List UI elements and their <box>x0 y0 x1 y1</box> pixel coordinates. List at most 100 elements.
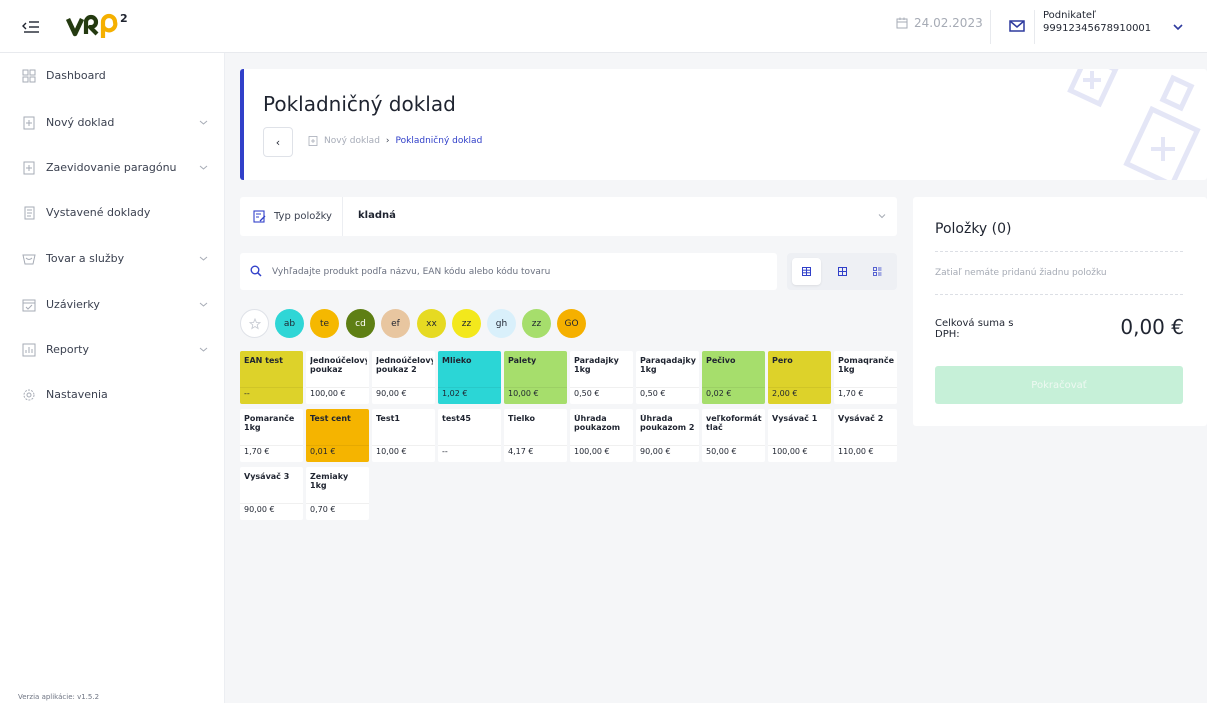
tag-filter[interactable]: ef <box>381 309 410 338</box>
sidebar-item-zaevidovanie-paragonu[interactable]: Zaevidovanie paragónu <box>0 153 225 183</box>
items-count-title: Položky (0) <box>935 221 1012 237</box>
product-name: Pomaranče 1kg <box>244 414 295 432</box>
sidebar-item-label: Vystavené doklady <box>46 206 151 219</box>
search-input[interactable] <box>272 253 767 290</box>
tag-filter[interactable]: GO <box>557 309 586 338</box>
sidebar-item-label: Tovar a služby <box>46 252 125 265</box>
product-tile[interactable]: Pečivo 0,02 € <box>702 351 765 404</box>
current-date: 24.02.2023 <box>914 16 983 30</box>
view-large-grid-button[interactable] <box>792 258 821 285</box>
document-plus-icon <box>23 116 35 130</box>
divider <box>240 445 303 446</box>
sidebar-item-vystavene-doklady[interactable]: Vystavené doklady <box>0 198 225 228</box>
product-price: 1,70 € <box>244 447 270 456</box>
continue-button[interactable]: Pokračovať <box>935 366 1183 404</box>
product-tile[interactable]: Test cent 0,01 € <box>306 409 369 462</box>
search-icon <box>250 265 262 277</box>
sidebar-item-uzavierky[interactable]: Uzávierky <box>0 290 225 320</box>
product-price: 100,00 € <box>772 447 808 456</box>
sidebar-item-reporty[interactable]: Reporty <box>0 335 225 365</box>
breadcrumb-link-novy-doklad[interactable]: Nový doklad <box>324 136 380 146</box>
product-name: Tielko <box>508 414 535 423</box>
back-button[interactable]: ‹ <box>263 127 293 157</box>
breadcrumb-separator: › <box>385 136 390 146</box>
tag-filter[interactable]: zz <box>522 309 551 338</box>
vrp-logo[interactable]: 2 <box>66 10 136 42</box>
calendar-icon <box>22 299 36 312</box>
chevron-down-icon <box>199 256 208 261</box>
divider <box>438 445 501 446</box>
product-tile[interactable]: Vysávač 2 110,00 € <box>834 409 897 462</box>
user-menu[interactable]: Podnikateľ 99912345678910001 <box>1043 9 1151 35</box>
product-tile[interactable]: Úhrada poukazom 100,00 € <box>570 409 633 462</box>
collapse-sidebar-icon[interactable] <box>22 18 40 36</box>
breadcrumb: Nový doklad › Pokladničný doklad <box>308 136 482 146</box>
product-name: Pečivo <box>706 356 736 365</box>
product-tile[interactable]: Jednoúčelový poukaz 2 90,00 € <box>372 351 435 404</box>
sidebar-item-novy-doklad[interactable]: Nový doklad <box>0 108 225 138</box>
sidebar-item-tovar-a-sluzby[interactable]: Tovar a služby <box>0 244 225 274</box>
product-price: -- <box>244 389 250 398</box>
tag-filter[interactable]: cd <box>346 309 375 338</box>
product-tile[interactable]: Paradajky 1kg 0,50 € <box>570 351 633 404</box>
chevron-down-icon <box>199 347 208 352</box>
product-name: Paraqadajky 1kg <box>640 356 696 374</box>
sidebar-item-nastavenia[interactable]: Nastavenia <box>0 380 225 410</box>
product-tile[interactable]: test45 -- <box>438 409 501 462</box>
product-tile[interactable]: Paraqadajky 1kg 0,50 € <box>636 351 699 404</box>
sidebar-item-label: Dashboard <box>46 69 106 82</box>
divider <box>935 294 1183 295</box>
product-tile[interactable]: Pomaqranče 1kg 1,70 € <box>834 351 897 404</box>
product-tile[interactable]: Pomaranče 1kg 1,70 € <box>240 409 303 462</box>
tag-filter[interactable]: zz <box>452 309 481 338</box>
divider <box>768 387 831 388</box>
divider <box>372 445 435 446</box>
chevron-down-icon <box>878 214 886 219</box>
product-tile[interactable]: Jednoúčelový poukaz 100,00 € <box>306 351 369 404</box>
product-tile[interactable]: Úhrada poukazom 2 90,00 € <box>636 409 699 462</box>
gear-icon <box>23 389 35 401</box>
view-small-grid-button[interactable] <box>828 258 857 285</box>
product-tile[interactable]: Test1 10,00 € <box>372 409 435 462</box>
product-tile[interactable]: Zemiaky 1kg 0,70 € <box>306 467 369 520</box>
chevron-down-icon <box>199 165 208 170</box>
product-price: 10,00 € <box>376 447 407 456</box>
divider <box>306 503 369 504</box>
tag-filter[interactable]: xx <box>417 309 446 338</box>
product-name: Pomaqranče 1kg <box>838 356 895 374</box>
divider <box>306 387 369 388</box>
product-name: Test1 <box>376 414 400 423</box>
product-price: 110,00 € <box>838 447 874 456</box>
sidebar-item-label: Nový doklad <box>46 116 115 129</box>
product-tile[interactable]: Tielko 4,17 € <box>504 409 567 462</box>
product-name: Úhrada poukazom 2 <box>640 414 695 432</box>
favorites-filter[interactable] <box>240 309 269 338</box>
chevron-down-icon[interactable] <box>1172 22 1184 32</box>
tag-filter[interactable]: te <box>310 309 339 338</box>
divider <box>935 251 1183 252</box>
product-name: veľkoformát tlač <box>706 414 762 432</box>
product-price: 1,70 € <box>838 389 864 398</box>
document-plus-icon <box>23 161 35 175</box>
product-price: 90,00 € <box>640 447 671 456</box>
product-tile[interactable]: Vysávač 3 90,00 € <box>240 467 303 520</box>
sidebar-item-label: Reporty <box>46 343 89 356</box>
chevron-down-icon <box>199 302 208 307</box>
product-tile[interactable]: Vysávač 1 100,00 € <box>768 409 831 462</box>
product-tile[interactable]: EAN test -- <box>240 351 303 404</box>
sidebar-item-dashboard[interactable]: Dashboard <box>0 61 225 91</box>
view-list-button[interactable] <box>863 258 892 285</box>
product-tile[interactable]: veľkoformát tlač 50,00 € <box>702 409 765 462</box>
product-tile[interactable]: Mlieko 1,02 € <box>438 351 501 404</box>
tag-filter[interactable]: gh <box>487 309 516 338</box>
top-bar: 2 24.02.2023 Podnikateľ 9991234567891000… <box>0 0 1207 53</box>
product-name: Palety <box>508 356 537 365</box>
tag-filter[interactable]: ab <box>275 309 304 338</box>
product-tile[interactable]: Palety 10,00 € <box>504 351 567 404</box>
product-name: Pero <box>772 356 793 365</box>
item-type-select[interactable]: Typ položky kladná <box>240 197 897 236</box>
product-tile[interactable]: Pero 2,00 € <box>768 351 831 404</box>
product-name: test45 <box>442 414 471 423</box>
mail-icon[interactable] <box>1008 17 1026 35</box>
header-divider <box>990 10 991 44</box>
